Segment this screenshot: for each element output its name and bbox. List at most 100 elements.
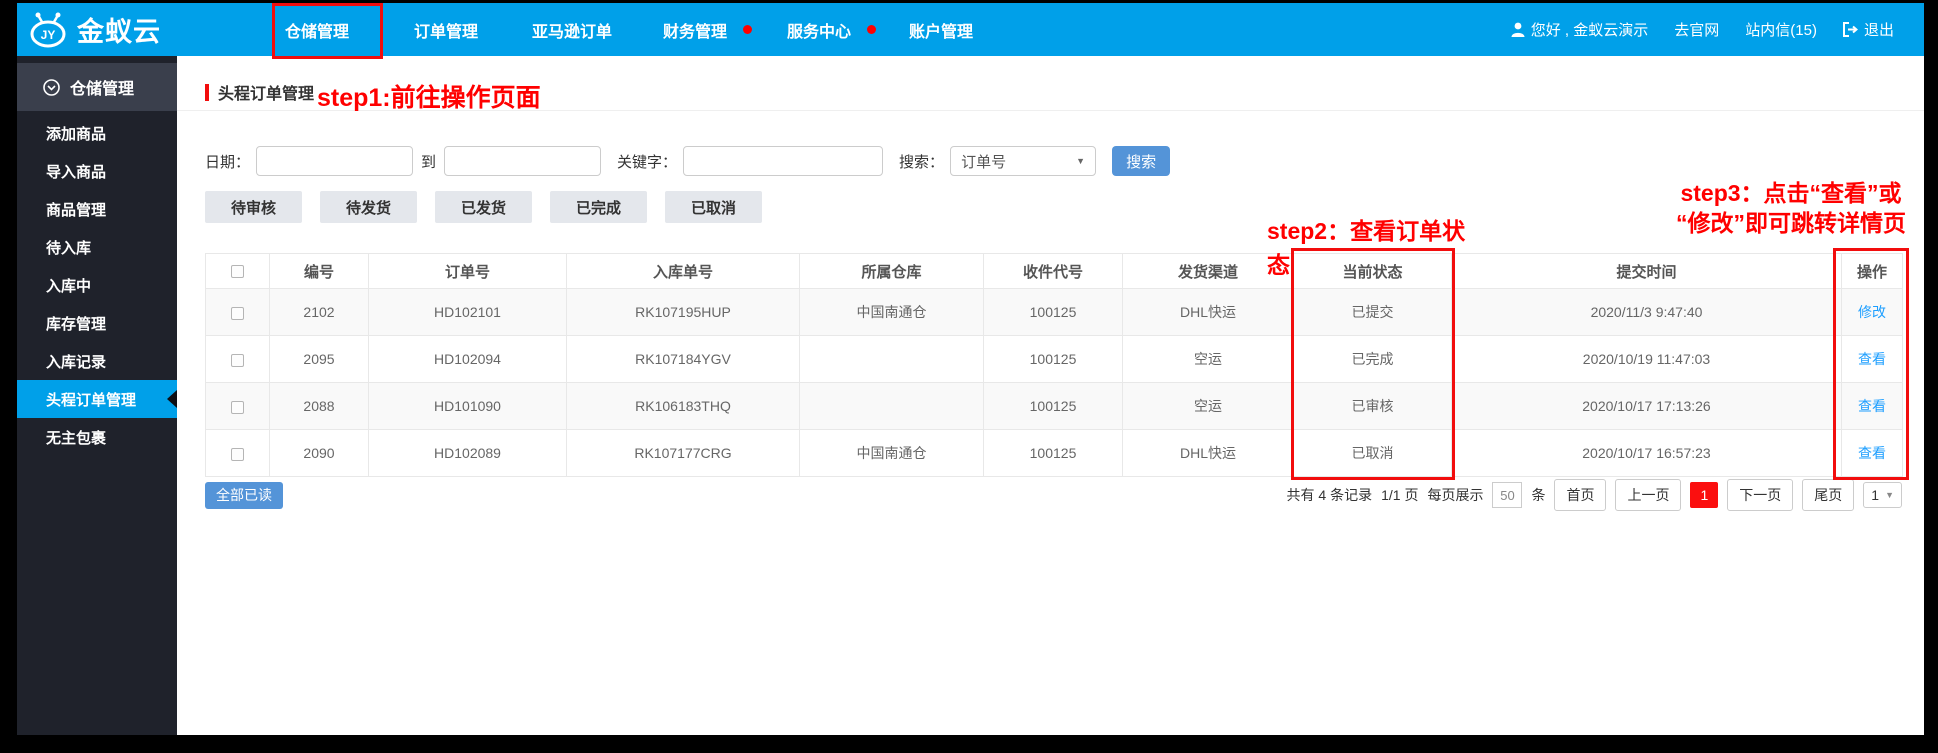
content-area: 头程订单管理 step1:前往操作页面 step2：查看订单状态 step3：点… — [177, 56, 1924, 735]
per-page-input[interactable] — [1492, 482, 1522, 508]
sidebar-menu: 添加商品 导入商品 商品管理 待入库 入库中 库存管理 入库记录 头程订单管理 … — [17, 114, 177, 456]
col-header-warehouse: 所属仓库 — [800, 254, 984, 289]
page-jump-select[interactable]: 1 ▼ — [1863, 482, 1902, 508]
site-messages-link[interactable]: 站内信(15) — [1745, 19, 1817, 40]
keyword-input[interactable] — [683, 146, 883, 176]
table-row: 2095 HD102094 RK107184YGV 100125 空运 已完成 … — [206, 336, 1903, 383]
tab-shipped[interactable]: 已发货 — [435, 191, 532, 223]
keyword-label: 关键字： — [617, 151, 677, 172]
sidebar-item-inbound-records[interactable]: 入库记录 — [17, 342, 177, 380]
status-cell: 已审核 — [1294, 383, 1452, 430]
chevron-down-icon: ▼ — [1885, 490, 1894, 500]
sidebar: 仓储管理 添加商品 导入商品 商品管理 待入库 入库中 库存管理 入库记录 头程… — [17, 56, 177, 735]
app-window: JY 金蚁云 仓储管理 订单管理 亚马逊订单 财务管理 服务中心 账户管理 您好… — [17, 3, 1924, 735]
sidebar-item-product-management[interactable]: 商品管理 — [17, 190, 177, 228]
title-accent-bar — [205, 84, 209, 101]
page-header: 头程订单管理 — [205, 80, 314, 104]
next-page-button[interactable]: 下一页 — [1727, 479, 1793, 511]
go-official-site-link[interactable]: 去官网 — [1674, 19, 1719, 40]
table-footer: 全部已读 共有 4 条记录 1/1 页 每页展示 条 首页 上一页 1 下一页 … — [205, 478, 1902, 512]
logout-icon — [1843, 22, 1858, 37]
table-header-row: 编号 订单号 入库单号 所属仓库 收件代号 发货渠道 当前状态 提交时间 操作 — [206, 254, 1903, 289]
page-title: 头程订单管理 — [218, 80, 314, 104]
sidebar-item-first-leg-orders[interactable]: 头程订单管理 — [17, 380, 177, 418]
col-header-inbound-no: 入库单号 — [567, 254, 800, 289]
tab-completed[interactable]: 已完成 — [550, 191, 647, 223]
orders-table: 编号 订单号 入库单号 所属仓库 收件代号 发货渠道 当前状态 提交时间 操作 — [205, 253, 1903, 477]
user-greeting[interactable]: 您好 , 金蚁云演示 — [1511, 19, 1649, 40]
col-header-channel: 发货渠道 — [1123, 254, 1294, 289]
tab-pending-shipment[interactable]: 待发货 — [320, 191, 417, 223]
search-type-select[interactable]: 订单号 ▼ — [950, 146, 1096, 176]
col-header-status: 当前状态 — [1294, 254, 1452, 289]
per-page-unit: 条 — [1531, 485, 1545, 505]
date-start-input[interactable] — [256, 146, 413, 176]
status-cell: 已取消 — [1294, 430, 1452, 477]
pagination-total: 共有 4 条记录 — [1287, 485, 1373, 505]
last-page-button[interactable]: 尾页 — [1802, 479, 1854, 511]
notification-dot — [743, 25, 752, 34]
action-link-edit[interactable]: 修改 — [1858, 304, 1886, 320]
nav-item-amazon-orders[interactable]: 亚马逊订单 — [532, 3, 612, 56]
nav-item-finance[interactable]: 财务管理 — [663, 3, 752, 56]
circle-chevron-down-icon — [43, 79, 60, 96]
logo-text: 金蚁云 — [77, 10, 161, 49]
top-navbar: JY 金蚁云 仓储管理 订单管理 亚马逊订单 财务管理 服务中心 账户管理 您好… — [17, 3, 1924, 56]
notification-dot — [867, 25, 876, 34]
per-page-label: 每页展示 — [1427, 485, 1483, 505]
sidebar-item-add-product[interactable]: 添加商品 — [17, 114, 177, 152]
date-end-input[interactable] — [444, 146, 601, 176]
nav-item-orders[interactable]: 订单管理 — [414, 3, 478, 56]
table-row: 2102 HD102101 RK107195HUP 中国南通仓 100125 D… — [206, 289, 1903, 336]
col-header-submit-time: 提交时间 — [1452, 254, 1842, 289]
table-row: 2090 HD102089 RK107177CRG 中国南通仓 100125 D… — [206, 430, 1903, 477]
sidebar-header-warehouse[interactable]: 仓储管理 — [17, 63, 177, 111]
sidebar-item-inventory-management[interactable]: 库存管理 — [17, 304, 177, 342]
action-link-view[interactable]: 查看 — [1858, 398, 1886, 414]
search-button[interactable]: 搜索 — [1112, 146, 1170, 176]
date-to-label: 到 — [421, 151, 436, 172]
annotation-step3: step3：点击“查看”或 “修改”即可跳转详情页 — [1655, 178, 1924, 238]
col-header-id: 编号 — [270, 254, 369, 289]
date-label: 日期： — [205, 151, 250, 172]
pagination-page-info: 1/1 页 — [1381, 485, 1418, 505]
navbar-user-area: 您好 , 金蚁云演示 去官网 站内信(15) 退出 — [1511, 3, 1894, 56]
status-cell: 已提交 — [1294, 289, 1452, 336]
action-link-view[interactable]: 查看 — [1858, 445, 1886, 461]
tab-pending-review[interactable]: 待审核 — [205, 191, 302, 223]
sidebar-item-unclaimed-packages[interactable]: 无主包裹 — [17, 418, 177, 456]
select-all-checkbox[interactable] — [231, 265, 244, 278]
table-row: 2088 HD101090 RK106183THQ 100125 空运 已审核 … — [206, 383, 1903, 430]
col-header-order-no: 订单号 — [369, 254, 567, 289]
nav-item-account[interactable]: 账户管理 — [909, 3, 973, 56]
status-cell: 已完成 — [1294, 336, 1452, 383]
svg-text:JY: JY — [41, 28, 56, 42]
row-checkbox[interactable] — [231, 401, 244, 414]
sidebar-item-pending-inbound[interactable]: 待入库 — [17, 228, 177, 266]
sidebar-item-inbound-in-progress[interactable]: 入库中 — [17, 266, 177, 304]
mark-all-read-button[interactable]: 全部已读 — [205, 482, 283, 509]
nav-item-warehouse[interactable]: 仓储管理 — [285, 3, 349, 56]
header-divider — [177, 110, 1924, 111]
ant-logo-icon: JY — [25, 12, 71, 48]
nav-item-service-center[interactable]: 服务中心 — [787, 3, 876, 56]
status-tabs: 待审核 待发货 已发货 已完成 已取消 — [205, 191, 780, 223]
search-type-label: 搜索： — [899, 151, 944, 172]
action-link-view[interactable]: 查看 — [1858, 351, 1886, 367]
logo[interactable]: JY 金蚁云 — [25, 3, 161, 56]
logout-link[interactable]: 退出 — [1843, 19, 1894, 40]
row-checkbox[interactable] — [231, 448, 244, 461]
filter-bar: 日期： 到 关键字： 搜索： 订单号 ▼ 搜索 — [205, 145, 1170, 177]
row-checkbox[interactable] — [231, 307, 244, 320]
row-checkbox[interactable] — [231, 354, 244, 367]
tab-cancelled[interactable]: 已取消 — [665, 191, 762, 223]
current-page-badge[interactable]: 1 — [1690, 482, 1718, 508]
user-icon — [1511, 22, 1525, 37]
chevron-down-icon: ▼ — [1076, 156, 1085, 166]
annotation-step1: step1:前往操作页面 — [317, 78, 541, 114]
prev-page-button[interactable]: 上一页 — [1615, 479, 1681, 511]
pagination: 共有 4 条记录 1/1 页 每页展示 条 首页 上一页 1 下一页 尾页 1 … — [1287, 479, 1902, 511]
col-header-receiver-code: 收件代号 — [984, 254, 1123, 289]
sidebar-item-import-product[interactable]: 导入商品 — [17, 152, 177, 190]
first-page-button[interactable]: 首页 — [1554, 479, 1606, 511]
